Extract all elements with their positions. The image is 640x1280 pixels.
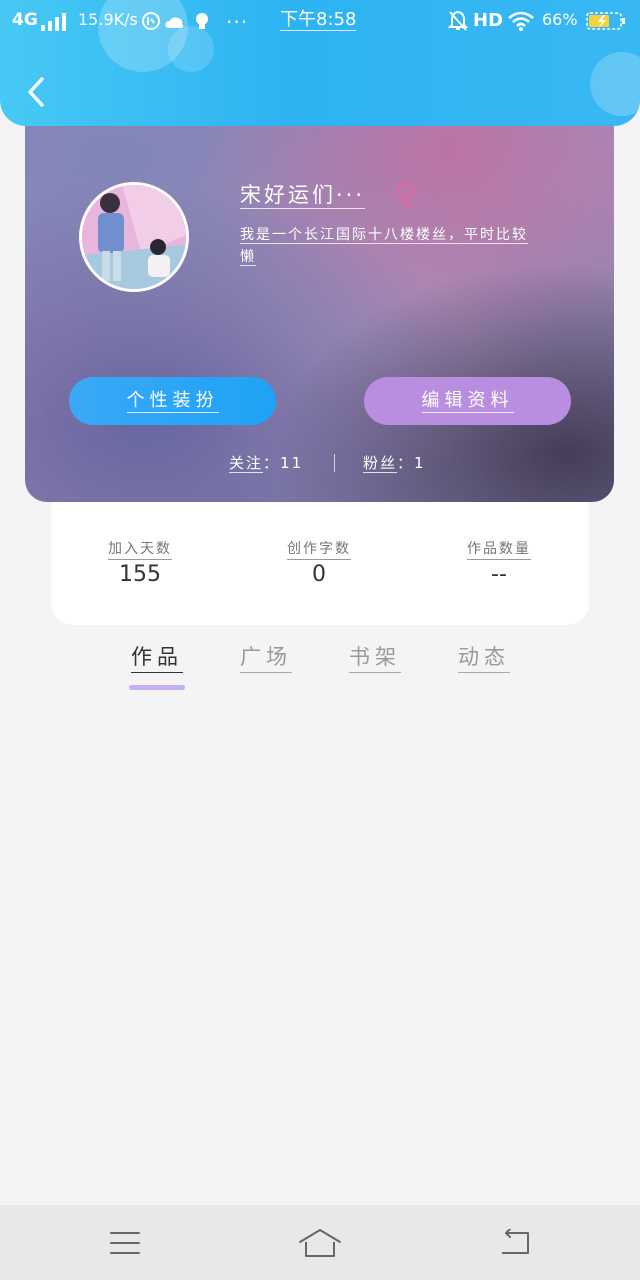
bio-line: 懒 [240, 249, 256, 266]
following-count: 11 [280, 454, 304, 472]
tab-label: 动态 [458, 642, 510, 673]
menu-button[interactable] [103, 1223, 147, 1263]
bio-line: 我是一个长江国际十八楼楼丝，平时比较 [240, 227, 528, 244]
hd-indicator: HD [473, 10, 504, 31]
top-header: 4G 15.9K/s ··· 下午8:58 HD 66% [0, 0, 640, 126]
user-bio: 我是一个长江国际十八楼楼丝，平时比较 懒 [240, 224, 590, 268]
home-icon [299, 1229, 341, 1257]
decor-bubble [590, 52, 640, 116]
status-bar: 4G 15.9K/s ··· 下午8:58 HD 66% [0, 0, 640, 42]
system-nav-bar [0, 1205, 640, 1280]
tab-indicator [347, 685, 403, 690]
word-count-label: 创作字数 [287, 539, 351, 560]
bell-mute-icon [447, 10, 469, 37]
profile-card: 宋好运们··· ♀ 我是一个长江国际十八楼楼丝，平时比较 懒 个性装扮 编辑资料… [25, 100, 614, 502]
menu-icon [110, 1232, 140, 1254]
works-count-label: 作品数量 [467, 539, 531, 560]
chevron-left-icon [28, 77, 44, 107]
colon: ： [263, 454, 281, 472]
fans-stat[interactable]: 粉丝：1 [363, 452, 426, 473]
wifi-icon [507, 11, 535, 36]
status-icons-left [142, 11, 220, 36]
works-count-stat: 作品数量 -- [439, 538, 559, 587]
join-days-value: 155 [119, 562, 161, 587]
tab-label: 作品 [131, 642, 183, 673]
personalize-button[interactable]: 个性装扮 [69, 377, 276, 425]
personalize-button-label: 个性装扮 [126, 389, 219, 413]
back-nav-button[interactable] [493, 1223, 537, 1263]
tab-bookshelf[interactable]: 书架 [343, 642, 407, 690]
tab-indicator [456, 685, 512, 690]
tab-indicator [238, 685, 294, 690]
back-button[interactable] [20, 72, 52, 112]
back-icon [502, 1229, 529, 1254]
more-dots: ··· [226, 10, 249, 34]
tab-indicator [129, 685, 185, 690]
join-days-stat: 加入天数 155 [80, 538, 200, 587]
battery-icon [586, 12, 626, 30]
tab-square[interactable]: 广场 [234, 642, 298, 690]
fans-label: 粉丝 [363, 454, 398, 473]
follow-stats: 关注：11 粉丝：1 [25, 452, 614, 476]
tab-works[interactable]: 作品 [125, 642, 189, 690]
avatar[interactable] [79, 182, 189, 292]
edit-profile-button-label: 编辑资料 [421, 389, 514, 413]
weibo-icon [142, 12, 160, 30]
colon: ： [397, 454, 415, 472]
battery-percent: 66% [542, 10, 578, 29]
profile-tabs: 作品 广场 书架 动态 [0, 642, 640, 702]
following-stat[interactable]: 关注：11 [229, 452, 303, 473]
tab-label: 广场 [240, 642, 292, 673]
network-type: 4G [12, 10, 38, 30]
tab-moments[interactable]: 动态 [452, 642, 516, 690]
home-button[interactable] [298, 1223, 342, 1263]
edit-profile-button[interactable]: 编辑资料 [364, 377, 571, 425]
works-count-value: -- [491, 562, 507, 587]
following-label: 关注 [229, 454, 264, 473]
word-count-stat: 创作字数 0 [259, 538, 379, 587]
signal-icon [41, 13, 69, 31]
cloud-icon [165, 17, 184, 28]
tab-label: 书架 [349, 642, 401, 673]
user-name: 宋好运们··· [240, 183, 366, 209]
female-symbol-icon: ♀ [395, 177, 417, 212]
bulb-icon [196, 13, 208, 29]
word-count-value: 0 [312, 562, 326, 587]
join-days-label: 加入天数 [108, 539, 172, 560]
clock: 下午8:58 [280, 9, 357, 31]
divider [334, 454, 335, 472]
fans-count: 1 [414, 454, 426, 472]
network-speed: 15.9K/s [78, 10, 138, 29]
